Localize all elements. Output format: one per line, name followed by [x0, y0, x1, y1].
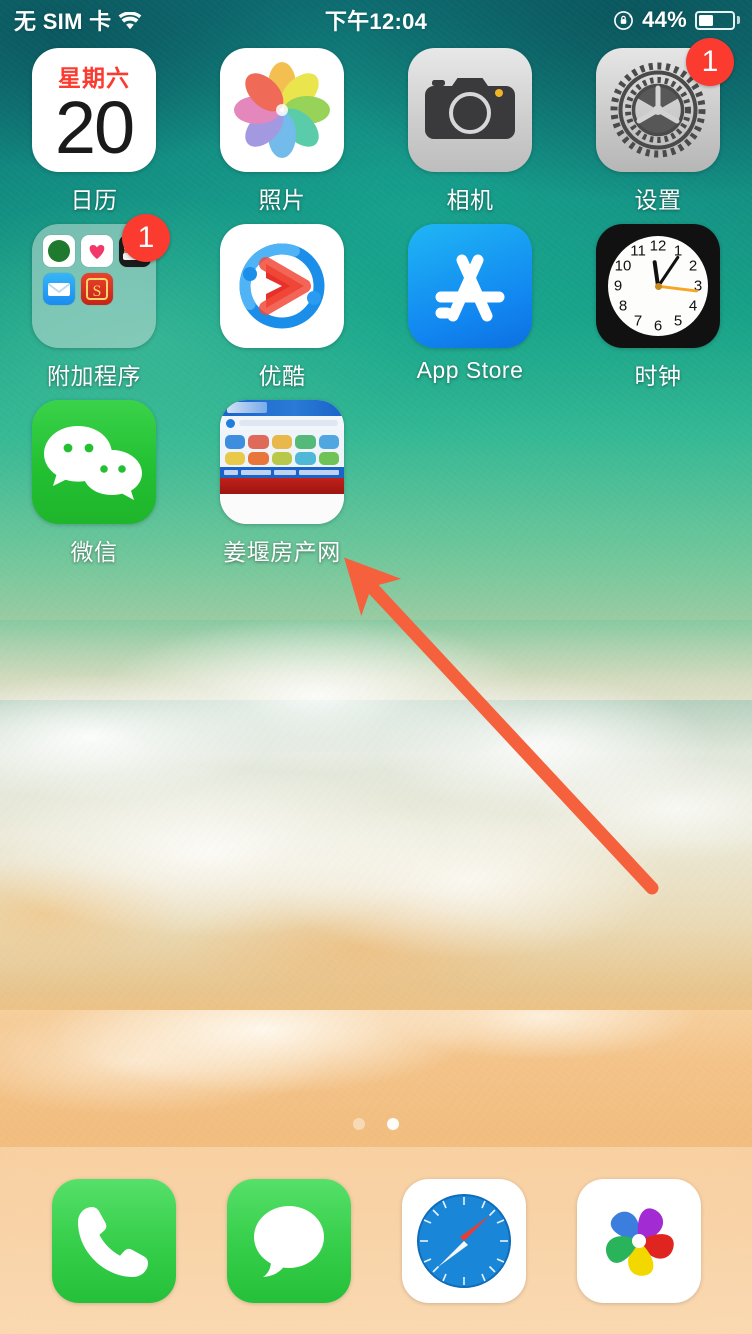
webclip-nav-bar	[220, 467, 344, 478]
app-label-settings: 设置	[634, 187, 682, 213]
safari-compass-icon[interactable]	[401, 1178, 526, 1303]
app-clock[interactable]: 12 1 2 3 4 5 6 7 8 9 10 11 时钟	[564, 224, 752, 400]
clock-center-pin	[654, 282, 662, 290]
pinwheel-browser-icon[interactable]	[576, 1178, 701, 1303]
battery-icon	[695, 10, 740, 30]
page-indicator[interactable]	[0, 1118, 752, 1130]
app-label-app-store: App Store	[416, 357, 524, 383]
clock-num-12: 12	[649, 237, 667, 255]
app-youku[interactable]: 优酷	[188, 224, 376, 400]
mail-icon	[43, 273, 75, 305]
wechat-icon[interactable]	[32, 400, 156, 524]
ios-home-screen: 无 SIM 卡 下午12:04 44% 星期六 20 日历 照片 相机 1 设置…	[0, 0, 752, 1334]
svg-text:S: S	[93, 283, 102, 300]
app-label-folder-extras: 附加程序	[47, 363, 141, 389]
compass-icon	[43, 235, 75, 267]
app-camera[interactable]: 相机	[376, 48, 564, 224]
app-photos[interactable]: 照片	[188, 48, 376, 224]
clock-face: 12 1 2 3 4 5 6 7 8 9 10 11	[608, 236, 708, 336]
app-label-calendar: 日历	[70, 187, 118, 213]
web-clip-icon[interactable]	[220, 400, 344, 524]
wallpaper-foam	[0, 620, 752, 1040]
app-jiangyan-realestate-webclip[interactable]: 姜堰房产网	[188, 400, 376, 576]
clock-num-11: 11	[630, 242, 646, 260]
clock-num-9: 9	[613, 277, 623, 295]
folder-extras[interactable]: S 1 附加程序	[0, 214, 188, 400]
dock-item-browser-360[interactable]	[576, 1178, 701, 1303]
dock	[0, 1147, 752, 1334]
badge-settings: 1	[686, 38, 734, 86]
battery-fill	[699, 14, 714, 26]
dock-item-safari[interactable]	[401, 1178, 526, 1303]
page-dot-2[interactable]	[387, 1118, 399, 1130]
phone-handset-icon[interactable]	[51, 1178, 176, 1303]
app-icon-grid: 星期六 20 日历 照片 相机 1 设置 S 1 附加程序 优酷 App Sto…	[0, 38, 752, 576]
app-app-store[interactable]: App Store	[376, 224, 564, 400]
clock-second-hand	[657, 284, 698, 293]
stocks-icon: S	[81, 273, 113, 305]
status-bar-right: 44%	[613, 7, 740, 33]
clock-num-4: 4	[688, 297, 698, 315]
status-bar: 无 SIM 卡 下午12:04 44%	[0, 0, 752, 40]
webclip-body	[220, 494, 344, 524]
clock-num-5: 5	[673, 312, 683, 330]
app-label-jiangyan-realestate: 姜堰房产网	[223, 539, 341, 565]
photos-icon[interactable]	[220, 48, 344, 172]
camera-icon[interactable]	[408, 48, 532, 172]
clock-num-7: 7	[633, 312, 643, 330]
app-label-photos: 照片	[258, 187, 306, 213]
clock-icon[interactable]: 12 1 2 3 4 5 6 7 8 9 10 11	[596, 224, 720, 348]
clock-num-10: 10	[614, 257, 632, 275]
clock-num-8: 8	[618, 297, 628, 315]
badge-folder-extras: 1	[122, 214, 170, 262]
clock-num-3: 3	[693, 277, 703, 295]
rotation-lock-icon	[613, 10, 634, 31]
dock-item-phone[interactable]	[51, 1178, 176, 1303]
calendar-icon[interactable]: 星期六 20	[32, 48, 156, 172]
health-heart-icon	[81, 235, 113, 267]
app-label-youku: 优酷	[258, 363, 306, 389]
app-label-clock: 时钟	[634, 363, 682, 389]
webclip-shortcut-grid	[220, 430, 344, 467]
battery-percent-label: 44%	[642, 7, 687, 32]
clock-num-2: 2	[688, 257, 698, 275]
calendar-day: 20	[54, 86, 135, 169]
youku-icon[interactable]	[220, 224, 344, 348]
clock-num-6: 6	[653, 317, 663, 335]
dock-item-messages[interactable]	[226, 1178, 351, 1303]
app-label-camera: 相机	[446, 187, 494, 213]
app-calendar[interactable]: 星期六 20 日历	[0, 48, 188, 224]
icon-row-2: S 1 附加程序 优酷 App Store 12 1 2 3 4 5 6 7 8…	[0, 214, 752, 400]
app-wechat[interactable]: 微信	[0, 400, 188, 576]
webclip-search-bar	[220, 416, 344, 430]
app-label-wechat: 微信	[70, 539, 118, 565]
app-store-icon[interactable]	[408, 224, 532, 348]
icon-row-3: 微信 姜堰房产网	[0, 400, 752, 576]
clock-minute-hand	[656, 255, 680, 287]
webclip-header-bar	[220, 400, 344, 416]
page-dot-1[interactable]	[353, 1118, 365, 1130]
app-settings[interactable]: 1 设置	[564, 38, 752, 224]
webclip-banner	[220, 478, 344, 494]
message-bubble-icon[interactable]	[226, 1178, 351, 1303]
icon-row-1: 星期六 20 日历 照片 相机 1 设置	[0, 38, 752, 224]
